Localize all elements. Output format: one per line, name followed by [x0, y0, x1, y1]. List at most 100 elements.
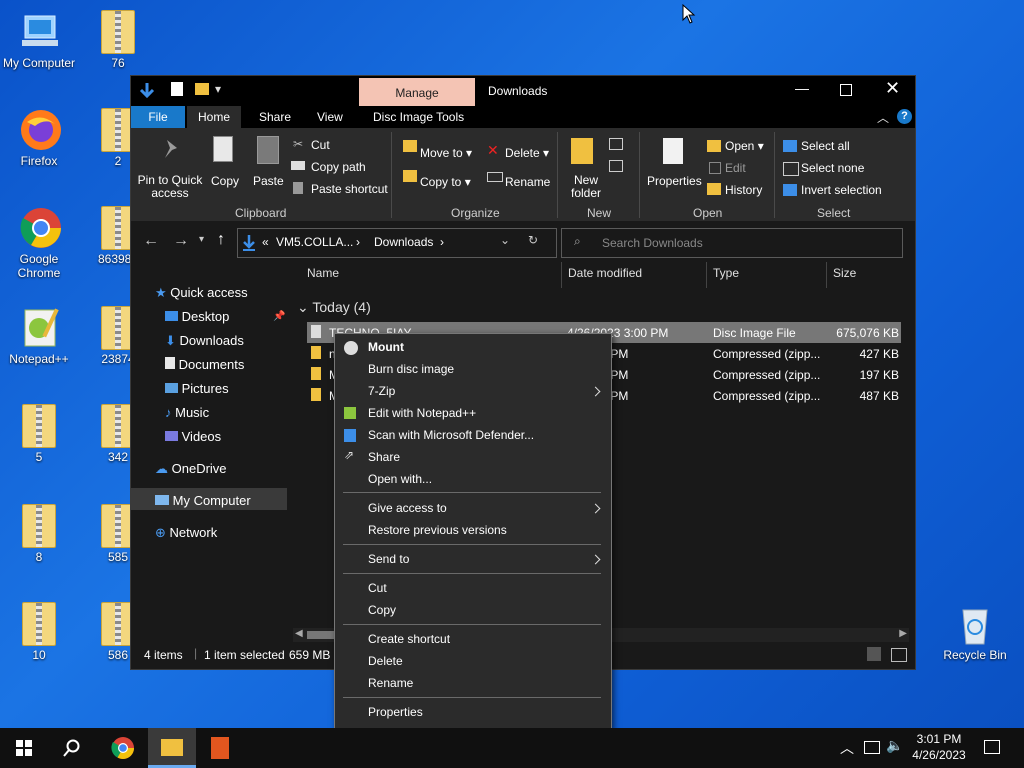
nav-downloads[interactable]: ⬇ Downloads [165, 333, 244, 349]
new-folder-button[interactable]: New folder [569, 174, 603, 200]
windows-start-icon[interactable] [16, 740, 32, 756]
menu-item-copy[interactable]: Copy [368, 603, 396, 617]
desktop-icon-firefox[interactable]: Firefox [1, 108, 77, 168]
manage-tab[interactable]: Manage [359, 78, 475, 106]
refresh-icon[interactable]: ↻ [528, 233, 538, 247]
minimize-button[interactable]: — [795, 80, 809, 96]
paste-button[interactable]: Paste [253, 174, 284, 188]
column-header-type[interactable]: Type [713, 266, 739, 280]
paste-shortcut-button[interactable]: Paste shortcut [311, 182, 388, 196]
menu-item-7zip[interactable]: 7-Zip [368, 384, 596, 398]
nav-pictures[interactable]: Pictures [165, 381, 229, 396]
menu-item-scan-defender[interactable]: Scan with Microsoft Defender... [368, 428, 534, 442]
large-icons-view-icon[interactable] [891, 648, 907, 662]
invert-selection-button[interactable]: Invert selection [801, 183, 882, 197]
column-header-date[interactable]: Date modified [568, 266, 642, 280]
up-button[interactable]: ↑ [217, 231, 225, 249]
search-box[interactable]: ⌕ Search Downloads [561, 228, 903, 258]
recent-locations-button[interactable]: ▾ [199, 234, 204, 245]
nav-music[interactable]: ♪ Music [165, 405, 209, 420]
menu-item-mount[interactable]: Mount [368, 340, 404, 354]
scroll-left-icon[interactable]: ◀ [295, 628, 303, 639]
office-icon[interactable] [211, 737, 229, 759]
address-bar[interactable]: « VM5.COLLA... › Downloads › ⌄ ↻ [237, 228, 557, 258]
volume-icon[interactable]: 🔈 [886, 737, 903, 754]
nav-onedrive[interactable]: ☁ OneDrive [155, 461, 227, 477]
address-dropdown-icon[interactable]: ⌄ [500, 233, 510, 247]
maximize-button[interactable] [840, 84, 852, 96]
desktop-icon-recycle-bin[interactable]: Recycle Bin [937, 602, 1013, 662]
menu-item-share[interactable]: Share [368, 450, 400, 464]
desktop-icon-zip-76[interactable]: 76 [80, 10, 156, 70]
menu-item-properties[interactable]: Properties [368, 705, 423, 719]
history-button[interactable]: History [725, 183, 762, 197]
tab-view[interactable]: View [317, 110, 343, 124]
breadcrumb-part1[interactable]: VM5.COLLA... [276, 235, 353, 249]
network-icon[interactable] [864, 741, 880, 754]
desktop-icon-my-computer[interactable]: My Computer [1, 10, 77, 70]
cut-button[interactable]: Cut [311, 138, 330, 152]
customize-qat-icon[interactable]: ▾ [215, 82, 221, 96]
menu-item-burn-disc-image[interactable]: Burn disc image [368, 362, 454, 376]
back-button[interactable]: ← [143, 232, 159, 250]
select-none-button[interactable]: Select none [801, 161, 864, 175]
properties-button[interactable]: Properties [647, 174, 702, 188]
tab-share[interactable]: Share [259, 110, 291, 124]
copy-path-button[interactable]: Copy path [311, 160, 366, 174]
nav-quick-access[interactable]: ★ Quick access [155, 285, 248, 301]
file-explorer-taskbar-button[interactable] [148, 728, 196, 768]
details-view-icon[interactable] [867, 647, 881, 661]
edit-button[interactable]: Edit [725, 161, 746, 175]
rename-button[interactable]: Rename [505, 175, 550, 189]
menu-item-rename[interactable]: Rename [368, 676, 413, 690]
column-header-name[interactable]: Name [307, 266, 339, 280]
tab-home[interactable]: Home [187, 106, 241, 128]
desktop-icon-notepadpp[interactable]: Notepad++ [1, 306, 77, 366]
menu-item-edit-notepadpp[interactable]: Edit with Notepad++ [368, 406, 476, 420]
menu-item-delete[interactable]: Delete [368, 654, 403, 668]
desktop-icon-zip-8[interactable]: 8 [1, 504, 77, 564]
desktop-icon-chrome[interactable]: Google Chrome [1, 206, 77, 280]
breadcrumb-downloads[interactable]: Downloads [374, 235, 433, 249]
nav-desktop[interactable]: Desktop [165, 309, 229, 324]
menu-item-open-with[interactable]: Open with... [368, 472, 432, 486]
collapse-ribbon-icon[interactable]: ︿ [877, 109, 889, 126]
search-icon[interactable] [63, 739, 81, 757]
copy-to-button[interactable]: Copy to ▾ [420, 175, 471, 189]
scrollbar-thumb[interactable] [307, 631, 337, 639]
forward-button[interactable]: → [173, 232, 189, 250]
address-overflow[interactable]: « [262, 235, 269, 249]
notification-icon[interactable] [984, 740, 1000, 754]
help-icon[interactable]: ? [897, 109, 912, 124]
menu-item-restore-versions[interactable]: Restore previous versions [368, 523, 507, 537]
menu-item-cut[interactable]: Cut [368, 581, 387, 595]
down-arrow-icon[interactable] [139, 82, 155, 100]
menu-item-give-access[interactable]: Give access to [368, 501, 447, 515]
nav-network[interactable]: ⊕ Network [155, 525, 217, 541]
nav-my-computer[interactable]: My Computer [155, 493, 251, 508]
show-hidden-icons[interactable]: ︿ [840, 738, 854, 758]
menu-item-create-shortcut[interactable]: Create shortcut [368, 632, 450, 646]
desktop-icon-zip-10[interactable]: 10 [1, 602, 77, 662]
column-header-size[interactable]: Size [833, 266, 856, 280]
chrome-taskbar-icon[interactable] [111, 736, 135, 760]
group-header[interactable]: ⌄ Today (4) [297, 299, 371, 316]
clock[interactable]: 3:01 PM 4/26/2023 [908, 731, 970, 763]
pin-to-quick-access-button[interactable]: Pin to Quick access [137, 174, 203, 200]
desktop-icon-zip-5[interactable]: 5 [1, 404, 77, 464]
scroll-right-icon[interactable]: ▶ [899, 628, 907, 639]
open-button[interactable]: Open ▾ [725, 139, 764, 153]
delete-button[interactable]: Delete ▾ [505, 146, 549, 160]
folder-quick-icon[interactable] [195, 83, 209, 95]
close-button[interactable]: ✕ [885, 78, 900, 99]
move-to-button[interactable]: Move to ▾ [420, 146, 472, 160]
properties-quick-icon[interactable] [171, 82, 183, 96]
easy-access-icon[interactable] [609, 160, 623, 172]
nav-documents[interactable]: Documents [165, 357, 244, 372]
nav-videos[interactable]: Videos [165, 429, 221, 444]
menu-item-send-to[interactable]: Send to [368, 552, 409, 566]
copy-button[interactable]: Copy [211, 174, 239, 188]
new-item-icon[interactable] [609, 138, 623, 150]
select-all-button[interactable]: Select all [801, 139, 850, 153]
tab-file[interactable]: File [131, 106, 185, 128]
